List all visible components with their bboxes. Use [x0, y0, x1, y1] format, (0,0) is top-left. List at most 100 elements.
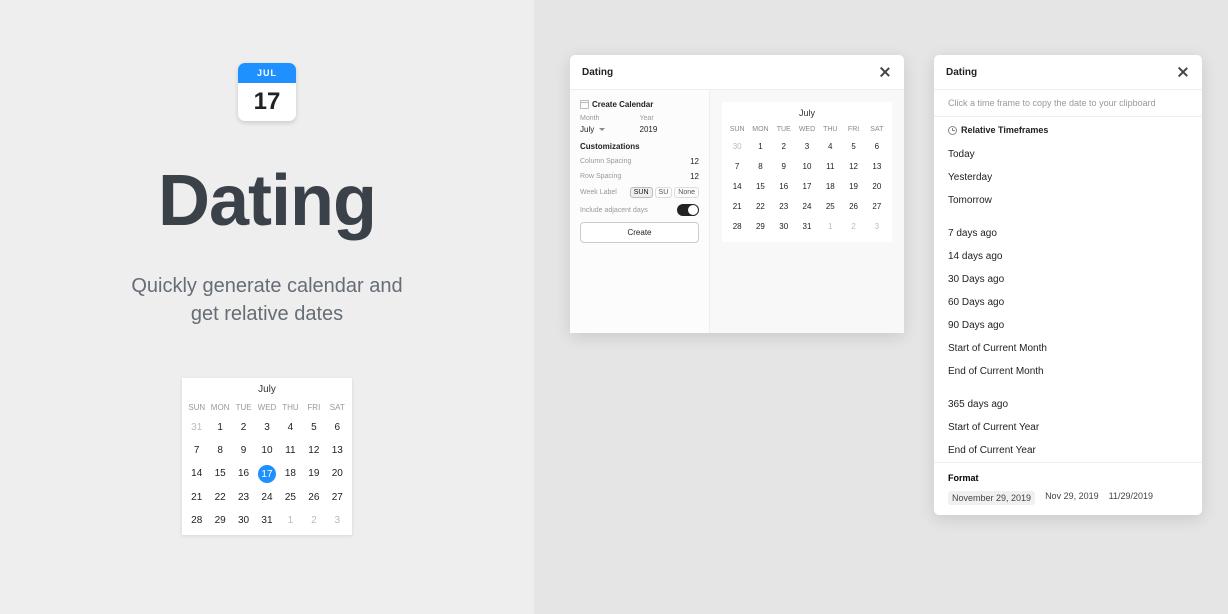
calendar-day: 30 — [726, 137, 748, 156]
timeframe-item[interactable]: End of Current Year — [934, 439, 1202, 462]
weekday-header: MON — [749, 123, 771, 136]
calendar-day[interactable]: 28 — [186, 510, 207, 531]
weekday-header: FRI — [303, 400, 324, 415]
calendar-day[interactable]: 17 — [258, 465, 276, 483]
calendar-day[interactable]: 12 — [303, 440, 324, 461]
calendar-day[interactable]: 20 — [327, 463, 348, 485]
weekday-header: SAT — [866, 123, 888, 136]
subtitle-line-1: Quickly generate calendar and — [131, 275, 402, 297]
customizations-heading: Customizations — [580, 142, 699, 151]
dialog-title: Dating — [946, 67, 1176, 78]
calendar-day[interactable]: 1 — [209, 417, 230, 438]
calendar-day: 30 — [773, 217, 795, 236]
column-spacing-input[interactable]: 12 — [690, 157, 699, 166]
timeframe-item[interactable]: 14 days ago — [934, 245, 1202, 268]
weekday-header: SAT — [327, 400, 348, 415]
calendar-day[interactable]: 7 — [186, 440, 207, 461]
mini-calendar: July SUNMONTUEWEDTHUFRISAT31123456789101… — [182, 378, 352, 535]
calendar-day: 21 — [726, 197, 748, 216]
create-button[interactable]: Create — [580, 222, 699, 243]
weekday-header: THU — [280, 400, 301, 415]
calendar-day: 4 — [819, 137, 841, 156]
app-icon-month: JUL — [238, 63, 296, 83]
calendar-day: 19 — [842, 177, 864, 196]
weekday-header: FRI — [842, 123, 864, 136]
close-icon[interactable] — [878, 65, 892, 79]
calendar-day[interactable]: 30 — [233, 510, 254, 531]
dialog-title: Dating — [582, 67, 878, 78]
column-spacing-label: Column Spacing — [580, 158, 631, 165]
calendar-day: 29 — [749, 217, 771, 236]
calendar-day: 3 — [796, 137, 818, 156]
timeframe-item[interactable]: 60 Days ago — [934, 291, 1202, 314]
timeframe-item[interactable]: Today — [934, 143, 1202, 166]
timeframe-item[interactable]: End of Current Month — [934, 360, 1202, 383]
week-label-option[interactable]: None — [674, 187, 699, 198]
calendar-day[interactable]: 1 — [280, 510, 301, 531]
calendar-day[interactable]: 4 — [280, 417, 301, 438]
calendar-day[interactable]: 9 — [233, 440, 254, 461]
calendar-day[interactable]: 22 — [209, 487, 230, 508]
calendar-day: 24 — [796, 197, 818, 216]
calendar-day[interactable]: 3 — [256, 417, 277, 438]
weekday-header: TUE — [233, 400, 254, 415]
calendar-day[interactable]: 19 — [303, 463, 324, 485]
format-heading: Format — [948, 473, 1188, 483]
calendar-day[interactable]: 14 — [186, 463, 207, 485]
calendar-day[interactable]: 21 — [186, 487, 207, 508]
format-option[interactable]: 11/29/2019 — [1109, 491, 1153, 505]
weekday-header: SUN — [186, 400, 207, 415]
calendar-day[interactable]: 2 — [233, 417, 254, 438]
calendar-day[interactable]: 6 — [327, 417, 348, 438]
timeframe-item[interactable]: 30 Days ago — [934, 268, 1202, 291]
calendar-day[interactable]: 27 — [327, 487, 348, 508]
create-calendar-label: Create Calendar — [592, 100, 653, 109]
week-label-option[interactable]: SUN — [630, 187, 653, 198]
mini-calendar-title: July — [186, 384, 348, 395]
relative-timeframes-dialog: Dating Click a time frame to copy the da… — [934, 55, 1202, 515]
calendar-day[interactable]: 15 — [209, 463, 230, 485]
timeframe-item[interactable]: 7 days ago — [934, 222, 1202, 245]
calendar-day[interactable]: 8 — [209, 440, 230, 461]
chevron-down-icon — [599, 128, 605, 131]
format-option[interactable]: November 29, 2019 — [948, 491, 1035, 505]
calendar-day[interactable]: 10 — [256, 440, 277, 461]
calendar-day[interactable]: 3 — [327, 510, 348, 531]
calendar-day[interactable]: 24 — [256, 487, 277, 508]
calendar-day[interactable]: 13 — [327, 440, 348, 461]
timeframe-item[interactable]: Yesterday — [934, 166, 1202, 189]
month-select[interactable]: July — [580, 125, 640, 134]
calendar-day[interactable]: 29 — [209, 510, 230, 531]
timeframe-item[interactable]: Tomorrow — [934, 189, 1202, 212]
calendar-day[interactable]: 11 — [280, 440, 301, 461]
calendar-day: 6 — [866, 137, 888, 156]
app-icon: JUL 17 — [238, 63, 296, 121]
calendar-day[interactable]: 25 — [280, 487, 301, 508]
timeframe-item[interactable]: 365 days ago — [934, 393, 1202, 416]
week-label-option[interactable]: SU — [655, 187, 673, 198]
calendar-day[interactable]: 18 — [280, 463, 301, 485]
calendar-day: 3 — [866, 217, 888, 236]
row-spacing-input[interactable]: 12 — [690, 172, 699, 181]
year-input[interactable]: 2019 — [640, 125, 700, 134]
calendar-day[interactable]: 16 — [233, 463, 254, 485]
timeframe-item[interactable]: Start of Current Year — [934, 416, 1202, 439]
calendar-day: 15 — [749, 177, 771, 196]
calendar-day[interactable]: 31 — [186, 417, 207, 438]
calendar-day: 16 — [773, 177, 795, 196]
include-adjacent-toggle[interactable] — [677, 204, 699, 216]
calendar-day[interactable]: 31 — [256, 510, 277, 531]
timeframe-item[interactable]: 90 Days ago — [934, 314, 1202, 337]
weekday-header: SUN — [726, 123, 748, 136]
timeframe-item[interactable]: Start of Current Month — [934, 337, 1202, 360]
calendar-day[interactable]: 5 — [303, 417, 324, 438]
page-title: Dating — [0, 160, 534, 242]
weekday-header: MON — [209, 400, 230, 415]
calendar-day: 14 — [726, 177, 748, 196]
format-option[interactable]: Nov 29, 2019 — [1045, 491, 1099, 505]
calendar-day: 20 — [866, 177, 888, 196]
close-icon[interactable] — [1176, 65, 1190, 79]
calendar-day[interactable]: 23 — [233, 487, 254, 508]
calendar-day[interactable]: 26 — [303, 487, 324, 508]
calendar-day[interactable]: 2 — [303, 510, 324, 531]
